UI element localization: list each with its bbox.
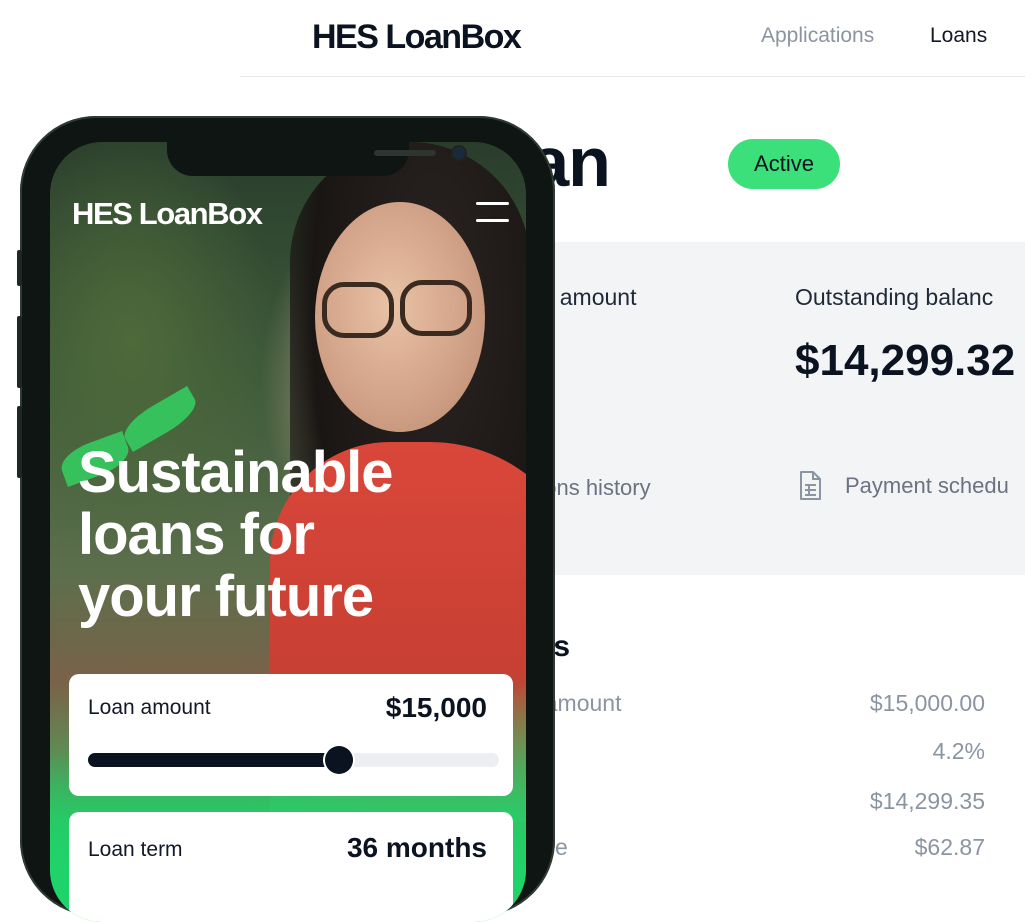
loan-term-value: 36 months [346, 832, 487, 863]
phone-side-button [17, 406, 22, 478]
slider-thumb[interactable] [324, 746, 353, 774]
phone-speaker [374, 150, 436, 156]
slider-fill [88, 753, 339, 767]
document-icon [800, 471, 821, 500]
mobile-brand-logo[interactable]: HES LoanBox [72, 196, 263, 232]
summary-outstanding-label: Outstanding balanc [795, 284, 994, 310]
loan-amount-value: $15,000 [385, 692, 487, 723]
status-badge: Active [728, 139, 840, 189]
detail-row-value: $62.87 [914, 834, 985, 860]
payment-schedule-link[interactable]: Payment schedu [845, 473, 1009, 499]
hero-photo-glasses [400, 280, 472, 336]
summary-outstanding-value: $14,299.32 [795, 336, 1016, 385]
hero-headline: Sustainable loans for your future [78, 440, 394, 629]
loan-amount-card: Loan amount $15,000 [69, 674, 513, 796]
loan-term-label: Loan term [88, 838, 183, 861]
detail-row-value: $14,299.35 [869, 788, 985, 814]
phone-camera [453, 147, 465, 159]
detail-row-value: 4.2% [932, 738, 985, 764]
desktop-brand-logo[interactable]: HES LoanBox [312, 18, 522, 57]
detail-row-value: $15,000.00 [869, 690, 985, 716]
phone-side-button [17, 250, 22, 286]
desktop-header: HES LoanBox Applications Loans [240, 0, 1025, 77]
nav-applications[interactable]: Applications [761, 24, 874, 48]
phone-notch [167, 142, 465, 176]
loan-amount-slider[interactable] [88, 746, 499, 774]
phone-screen: HES LoanBox Sustainable loans for your f… [50, 142, 526, 922]
hero-photo-glasses [322, 282, 394, 338]
nav-loans[interactable]: Loans [930, 24, 987, 48]
loan-amount-label: Loan amount [88, 696, 211, 719]
phone-side-button [17, 316, 22, 388]
phone-mockup: HES LoanBox Sustainable loans for your f… [17, 116, 555, 922]
loan-term-card: Loan term 36 months [69, 812, 513, 922]
hamburger-menu-icon[interactable] [476, 202, 509, 224]
